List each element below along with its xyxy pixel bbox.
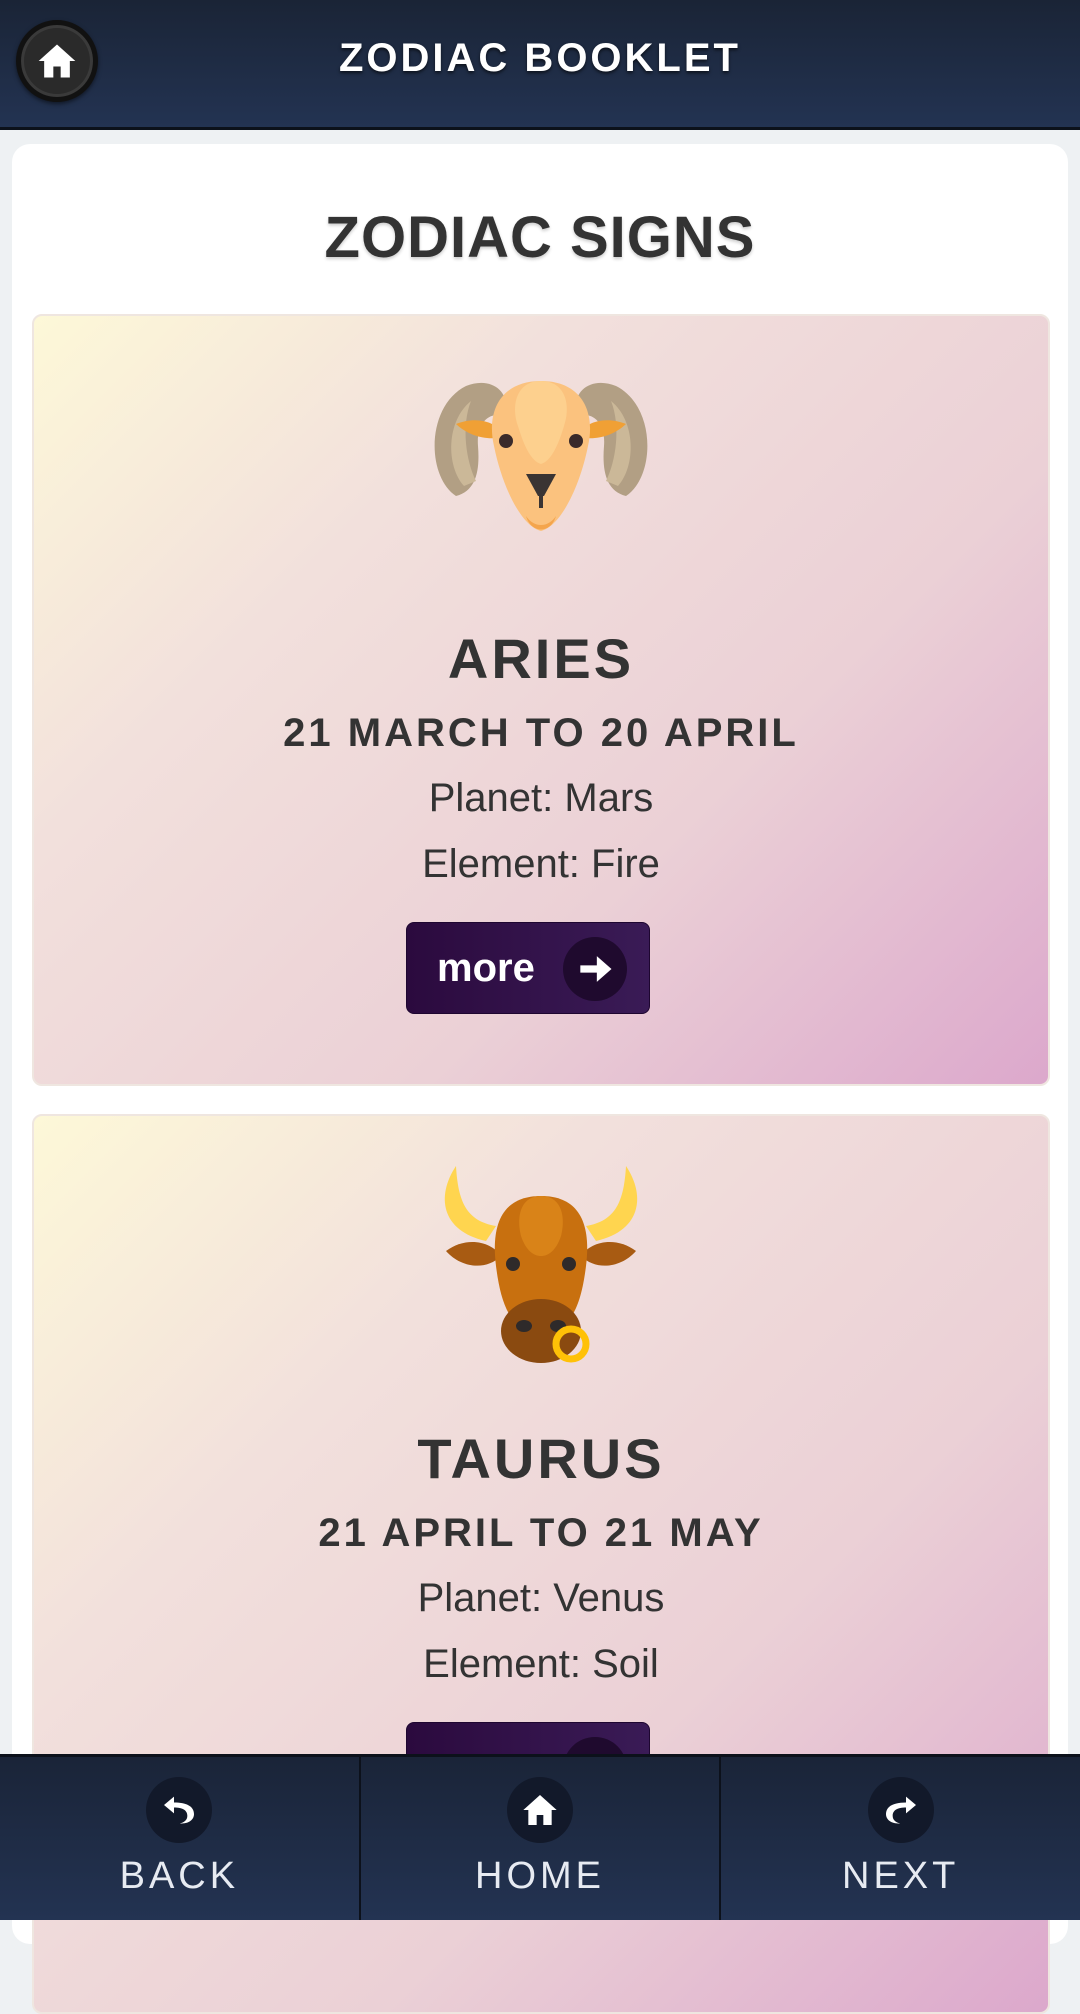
sign-dates: 21 MARCH TO 20 APRIL <box>283 711 799 755</box>
more-button-label: more <box>437 945 535 990</box>
sign-planet: Planet: Venus <box>417 1576 665 1620</box>
bull-icon <box>444 1166 638 1363</box>
sign-planet: Planet: Mars <box>428 776 654 820</box>
top-app-bar: ZODIAC BOOKLET <box>0 0 1080 130</box>
sign-dates: 21 APRIL TO 21 MAY <box>318 1511 764 1555</box>
sign-element: Element: Soil <box>423 1642 659 1686</box>
content-panel: ZODIAC SIGNS ARIES 21 MARCH TO 20 APRIL … <box>12 144 1068 2014</box>
nav-next[interactable]: NEXT <box>721 1757 1080 1920</box>
home-icon <box>507 1777 573 1843</box>
more-button[interactable]: more <box>406 922 650 1014</box>
nav-back[interactable]: BACK <box>0 1757 361 1920</box>
nav-back-label: BACK <box>119 1855 240 1897</box>
sign-name: TAURUS <box>417 1427 665 1490</box>
ram-icon <box>434 381 648 531</box>
page-heading: ZODIAC SIGNS <box>324 205 756 270</box>
redo-arrow-icon <box>867 1777 934 1843</box>
sign-element: Element: Fire <box>422 842 660 886</box>
nav-next-label: NEXT <box>842 1855 960 1897</box>
nav-home[interactable]: HOME <box>361 1757 722 1920</box>
zodiac-card-aries: ARIES 21 MARCH TO 20 APRIL Planet: Mars … <box>32 314 1050 1086</box>
bottom-navigation: BACK HOME NEXT <box>0 1754 1080 1920</box>
sign-name: ARIES <box>447 627 635 690</box>
app-title: ZODIAC BOOKLET <box>339 36 741 80</box>
arrow-right-icon <box>563 937 627 1001</box>
undo-arrow-icon <box>146 1777 213 1843</box>
nav-home-label: HOME <box>475 1855 605 1897</box>
